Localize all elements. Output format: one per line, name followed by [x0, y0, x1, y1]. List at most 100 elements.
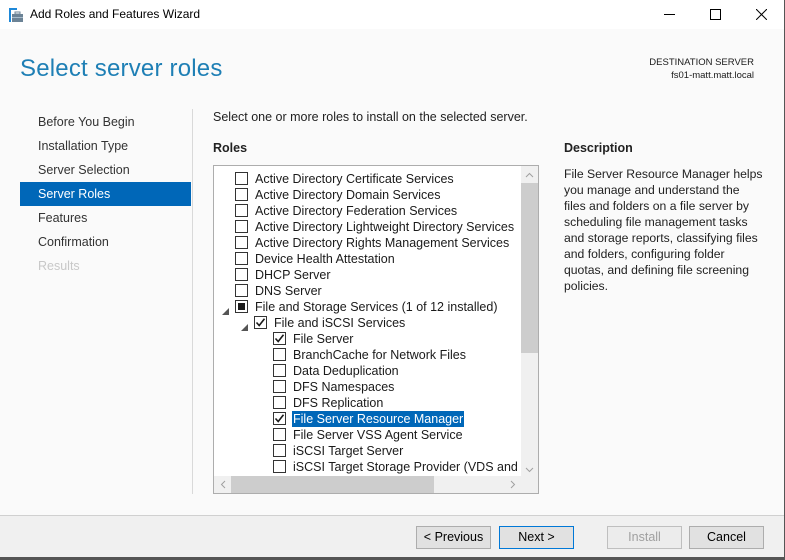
- checkmark-icon: [274, 334, 285, 343]
- role-checkbox[interactable]: [235, 236, 248, 249]
- nav-item-server-selection[interactable]: Server Selection: [20, 158, 191, 182]
- role-checkbox[interactable]: [235, 252, 248, 265]
- role-checkbox[interactable]: [273, 380, 286, 393]
- close-icon: [755, 9, 767, 20]
- role-label[interactable]: iSCSI Target Server: [292, 443, 404, 459]
- description-text: File Server Resource Manager helps you m…: [564, 167, 763, 293]
- role-label[interactable]: Active Directory Rights Management Servi…: [254, 235, 510, 251]
- destination-server-info: DESTINATION SERVER fs01-matt.matt.local: [649, 56, 754, 82]
- role-label[interactable]: Data Deduplication: [292, 363, 400, 379]
- role-label[interactable]: DFS Namespaces: [292, 379, 395, 395]
- role-tree-item[interactable]: iSCSI Target Server: [214, 443, 521, 459]
- scrollbar-corner: [521, 476, 538, 493]
- horizontal-scrollbar[interactable]: [214, 476, 521, 493]
- checkmark-icon: [274, 414, 285, 423]
- vertical-scrollbar[interactable]: [521, 166, 538, 478]
- nav-item-confirmation[interactable]: Confirmation: [20, 230, 191, 254]
- role-tree-item[interactable]: Active Directory Certificate Services: [214, 171, 521, 187]
- role-checkbox[interactable]: [235, 204, 248, 217]
- role-tree-item[interactable]: BranchCache for Network Files: [214, 347, 521, 363]
- nav-item-server-roles[interactable]: Server Roles: [20, 182, 191, 206]
- role-tree-item[interactable]: Device Health Attestation: [214, 251, 521, 267]
- role-checkbox[interactable]: [254, 316, 267, 329]
- scroll-right-button[interactable]: [504, 476, 521, 493]
- role-label[interactable]: DFS Replication: [292, 395, 384, 411]
- nav-item-before-you-begin[interactable]: Before You Begin: [20, 110, 191, 134]
- role-tree-item[interactable]: Data Deduplication: [214, 363, 521, 379]
- role-checkbox[interactable]: [273, 364, 286, 377]
- chevron-up-icon: [525, 172, 534, 177]
- role-checkbox[interactable]: [235, 284, 248, 297]
- role-label[interactable]: File and Storage Services (1 of 12 insta…: [254, 299, 499, 315]
- nav-item-results: Results: [38, 259, 80, 273]
- role-label[interactable]: File Server Resource Manager: [292, 411, 465, 427]
- next-button[interactable]: Next >: [499, 526, 574, 549]
- role-checkbox[interactable]: [273, 412, 286, 425]
- close-button[interactable]: [738, 0, 784, 29]
- role-checkbox[interactable]: [273, 396, 286, 409]
- expand-toggle-icon[interactable]: [222, 303, 230, 315]
- role-checkbox[interactable]: [235, 268, 248, 281]
- role-label[interactable]: Active Directory Federation Services: [254, 203, 458, 219]
- maximize-button[interactable]: [692, 0, 738, 29]
- checkmark-icon: [255, 318, 266, 327]
- roles-tree-box: Active Directory Certificate Services Act…: [213, 165, 539, 494]
- role-label[interactable]: Active Directory Domain Services: [254, 187, 441, 203]
- role-label[interactable]: Active Directory Lightweight Directory S…: [254, 219, 515, 235]
- role-tree-item[interactable]: File Server: [214, 331, 521, 347]
- expand-toggle-icon[interactable]: [241, 319, 249, 331]
- role-label[interactable]: Device Health Attestation: [254, 251, 396, 267]
- role-tree-item[interactable]: Active Directory Domain Services: [214, 187, 521, 203]
- role-tree-item[interactable]: File and iSCSI Services: [214, 315, 521, 331]
- role-tree-item[interactable]: Active Directory Rights Management Servi…: [214, 235, 521, 251]
- role-tree-item[interactable]: Active Directory Lightweight Directory S…: [214, 219, 521, 235]
- nav-divider: [192, 109, 193, 494]
- scroll-left-button[interactable]: [214, 476, 231, 493]
- role-tree-item[interactable]: iSCSI Target Storage Provider (VDS and V…: [214, 459, 521, 475]
- destination-server-name: fs01-matt.matt.local: [671, 70, 754, 81]
- role-tree-item[interactable]: File and Storage Services (1 of 12 insta…: [214, 299, 521, 315]
- maximize-icon: [709, 9, 721, 20]
- role-checkbox[interactable]: [273, 428, 286, 441]
- chevron-right-icon: [510, 480, 515, 489]
- role-tree-item[interactable]: File Server VSS Agent Service: [214, 427, 521, 443]
- role-label[interactable]: File and iSCSI Services: [273, 315, 406, 331]
- role-checkbox[interactable]: [273, 444, 286, 457]
- horizontal-scroll-thumb[interactable]: [231, 476, 434, 493]
- role-label[interactable]: Active Directory Certificate Services: [254, 171, 455, 187]
- page-title: Select server roles: [20, 55, 223, 82]
- scroll-up-button[interactable]: [521, 166, 538, 183]
- role-label[interactable]: File Server VSS Agent Service: [292, 427, 464, 443]
- role-checkbox[interactable]: [273, 332, 286, 345]
- nav-item-installation-type[interactable]: Installation Type: [20, 134, 191, 158]
- role-label[interactable]: File Server: [292, 331, 354, 347]
- minimize-icon: [663, 14, 675, 15]
- role-tree-item[interactable]: DFS Namespaces: [214, 379, 521, 395]
- previous-button[interactable]: < Previous: [416, 526, 491, 549]
- role-checkbox[interactable]: [235, 220, 248, 233]
- role-checkbox[interactable]: [273, 460, 286, 473]
- role-checkbox[interactable]: [273, 348, 286, 361]
- role-tree-item[interactable]: DHCP Server: [214, 267, 521, 283]
- role-tree-item[interactable]: File Server Resource Manager: [214, 411, 521, 427]
- vertical-scroll-thumb[interactable]: [521, 183, 538, 353]
- role-checkbox[interactable]: [235, 188, 248, 201]
- role-label[interactable]: BranchCache for Network Files: [292, 347, 467, 363]
- nav-item-features[interactable]: Features: [20, 206, 191, 230]
- role-tree-item[interactable]: Active Directory Federation Services: [214, 203, 521, 219]
- role-tree-item[interactable]: DNS Server: [214, 283, 521, 299]
- destination-label: DESTINATION SERVER: [649, 57, 754, 68]
- description-heading: Description: [564, 141, 633, 155]
- roles-tree: Active Directory Certificate Services Act…: [214, 171, 521, 478]
- role-tree-item[interactable]: DFS Replication: [214, 395, 521, 411]
- indeterminate-icon: [238, 303, 245, 310]
- role-checkbox[interactable]: [235, 300, 248, 313]
- install-button: Install: [607, 526, 682, 549]
- title-bar: Add Roles and Features Wizard: [0, 0, 784, 29]
- minimize-button[interactable]: [646, 0, 692, 29]
- role-checkbox[interactable]: [235, 172, 248, 185]
- role-label[interactable]: iSCSI Target Storage Provider (VDS and V…: [292, 459, 521, 475]
- role-label[interactable]: DNS Server: [254, 283, 323, 299]
- role-label[interactable]: DHCP Server: [254, 267, 331, 283]
- cancel-button[interactable]: Cancel: [689, 526, 764, 549]
